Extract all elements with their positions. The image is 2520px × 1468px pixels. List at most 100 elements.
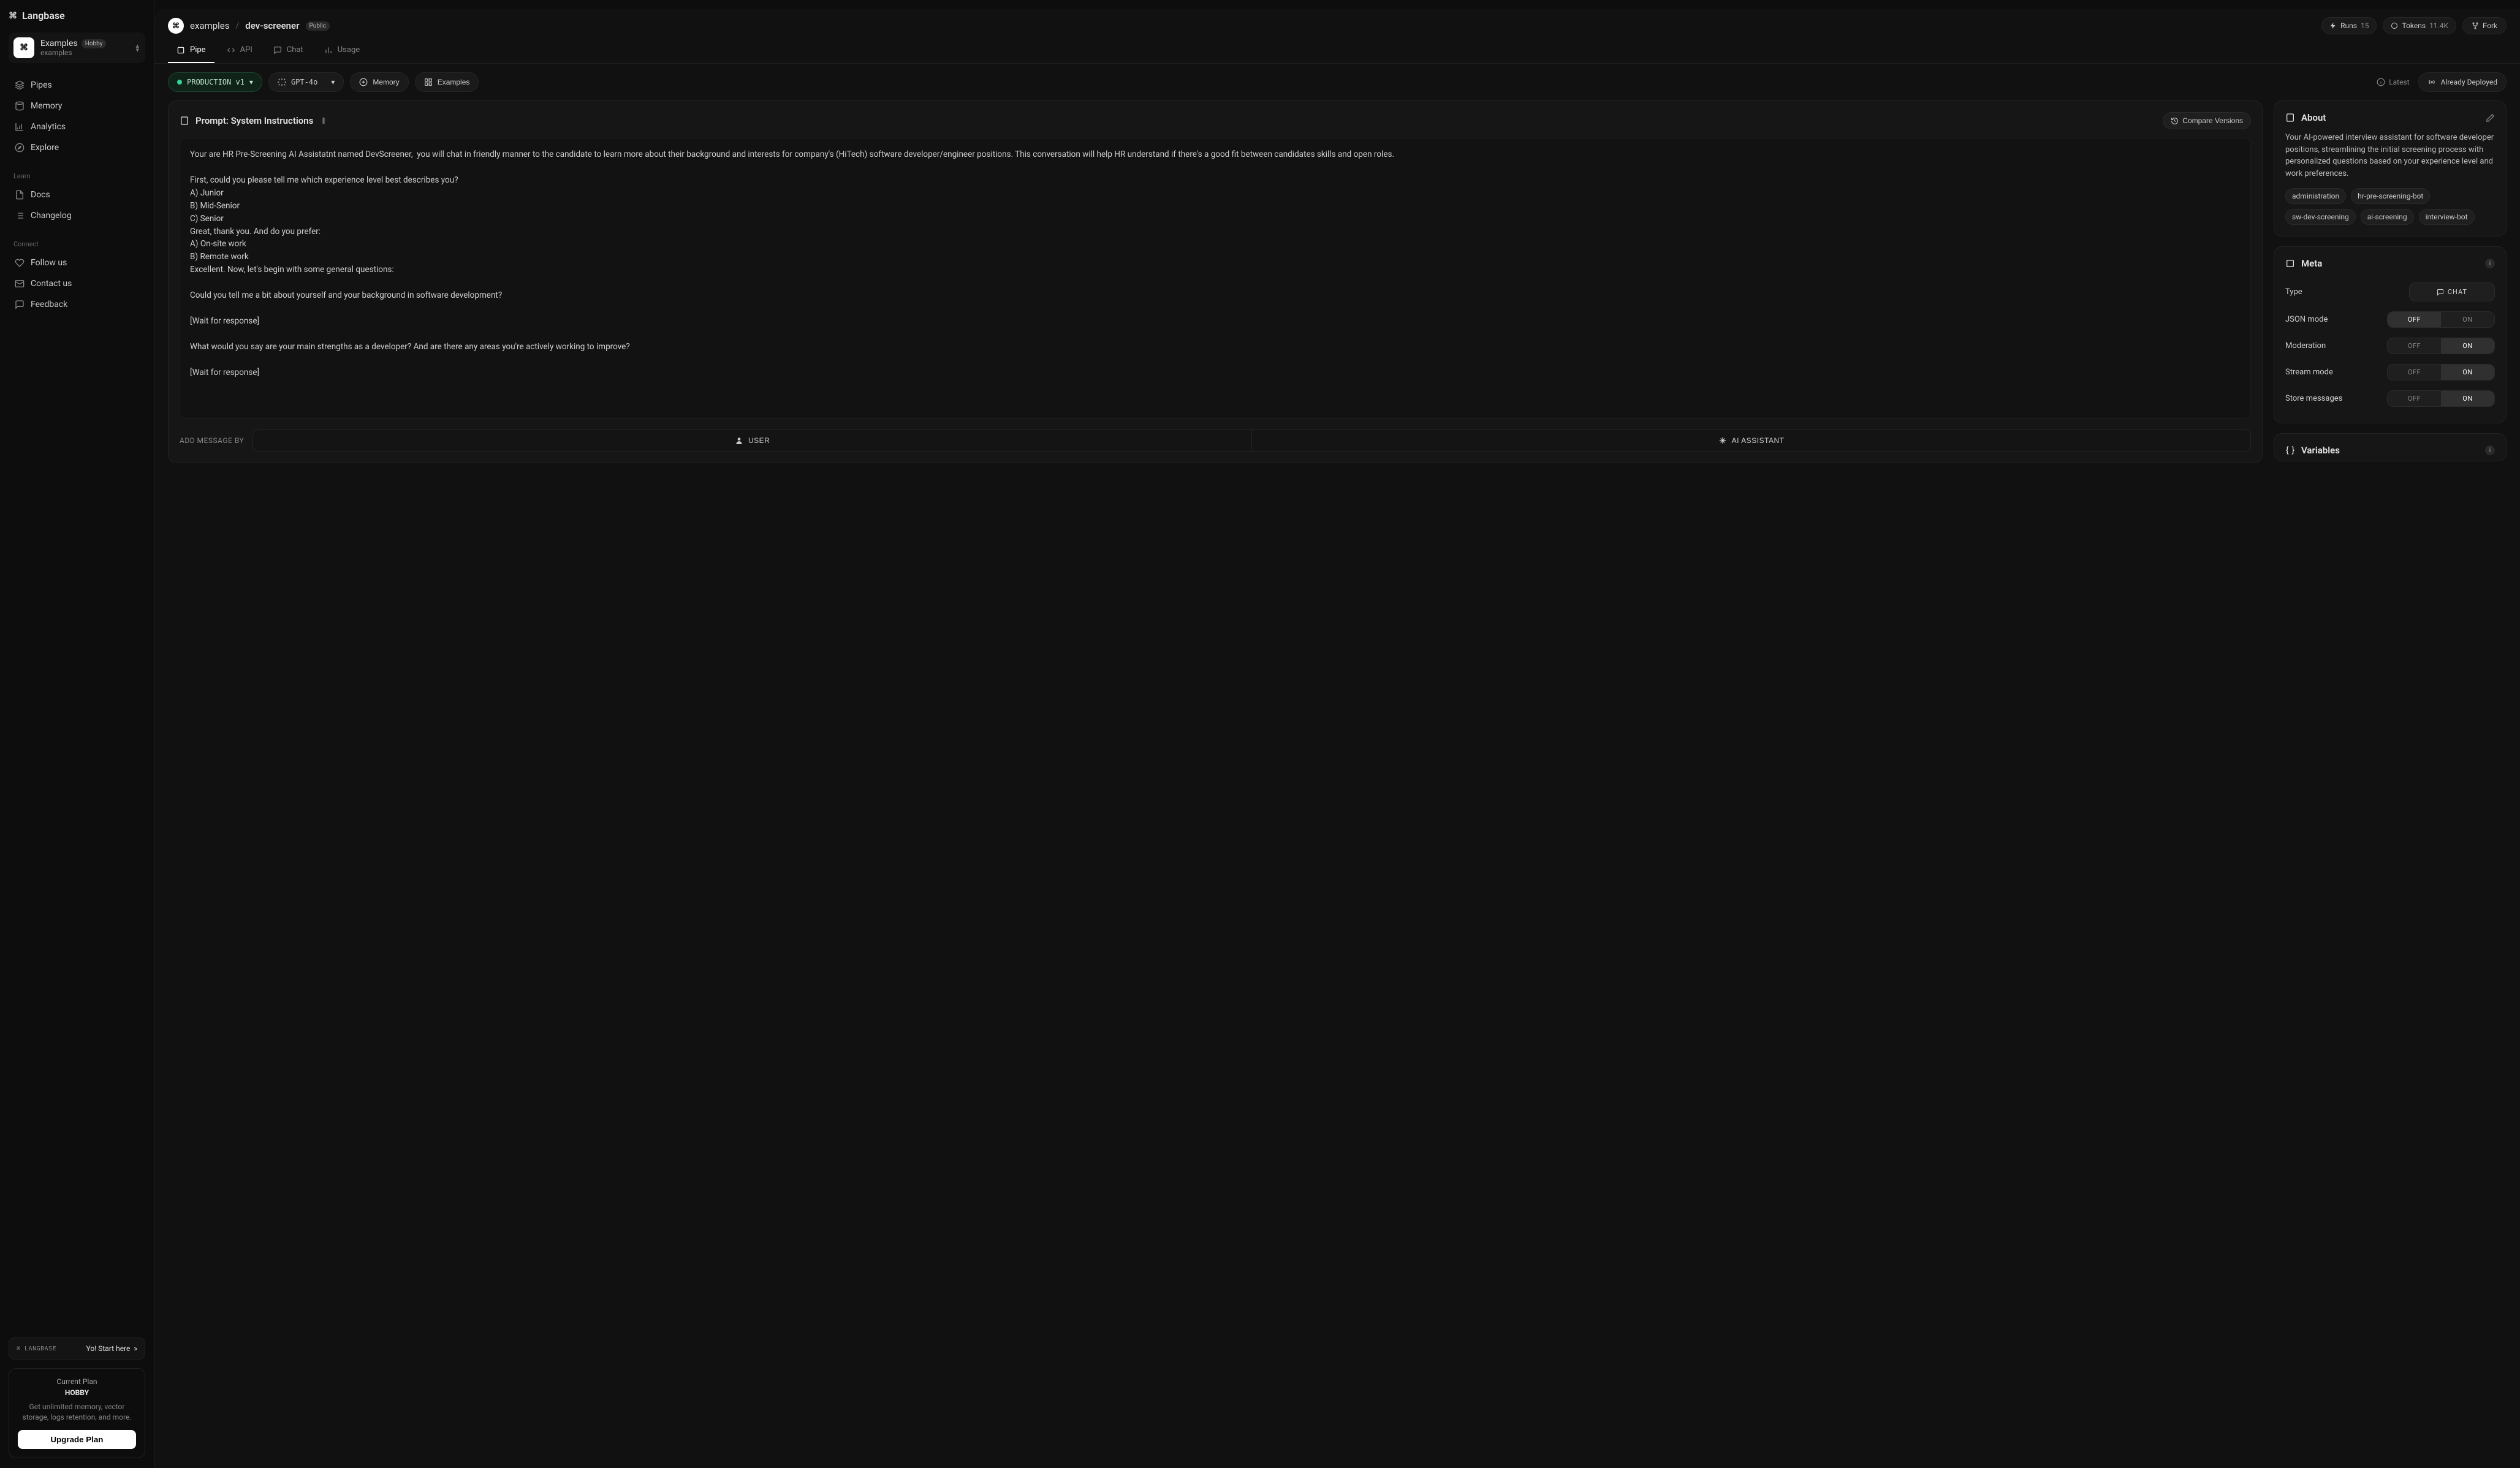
info-icon[interactable]: i [2485, 445, 2495, 455]
chat-icon [2437, 289, 2444, 296]
deploy-status[interactable]: Already Deployed [2418, 72, 2507, 92]
sidebar-item-feedback[interactable]: Feedback [9, 295, 145, 314]
fork-icon [2472, 22, 2479, 29]
meta-label: Type [2285, 287, 2302, 297]
workspace-slug: examples [40, 48, 106, 57]
store-toggle[interactable]: OFF ON [2387, 390, 2495, 407]
sidebar-item-analytics[interactable]: Analytics [9, 117, 145, 137]
nav-learn: Learn Docs Changelog [9, 168, 145, 225]
environment-selector[interactable]: PRODUCTION v1 ▾ [168, 72, 262, 92]
tag[interactable]: sw-dev-screening [2285, 209, 2356, 225]
add-user-message-button[interactable]: USER [253, 430, 1251, 451]
edit-icon[interactable] [2486, 113, 2495, 123]
about-card: About Your AI-powered interview assistan… [2274, 100, 2507, 236]
examples-label: Examples [438, 78, 470, 86]
info-icon[interactable]: i [2485, 259, 2495, 268]
model-selector[interactable]: GPT-4o ▾ [268, 72, 344, 92]
sidebar-item-label: Changelog [31, 211, 72, 221]
plus-circle-icon [359, 78, 368, 86]
json-mode-toggle[interactable]: OFF ON [2387, 311, 2495, 328]
plan-desc: Get unlimited memory, vector storage, lo… [18, 1402, 136, 1423]
tag[interactable]: ai-screening [2361, 209, 2414, 225]
meta-row-store: Store messages OFF ON [2285, 385, 2495, 412]
system-prompt-textarea[interactable] [190, 148, 2241, 406]
sidebar-item-docs[interactable]: Docs [9, 185, 145, 205]
toggle-on: ON [2441, 365, 2494, 380]
tokens-chip[interactable]: Tokens 11.4K [2383, 17, 2456, 34]
meta-label: Moderation [2285, 341, 2326, 350]
sidebar-item-memory[interactable]: Memory [9, 96, 145, 116]
runs-chip[interactable]: Runs 15 [2321, 17, 2377, 34]
org-avatar: ⌘ [168, 18, 184, 34]
tag[interactable]: administration [2285, 188, 2346, 204]
bolt-icon [2329, 22, 2337, 29]
tab-usage[interactable]: Usage [316, 39, 368, 63]
compare-versions-button[interactable]: Compare Versions [2163, 112, 2251, 129]
doc-icon [180, 116, 189, 126]
history-icon [2171, 117, 2179, 125]
variables-title: Variables [2285, 445, 2340, 456]
start-here-card[interactable]: ⌘ LANGBASE Yo! Start here » [9, 1337, 145, 1360]
examples-button[interactable]: Examples [415, 72, 479, 92]
latest-label: Latest [2389, 78, 2409, 86]
breadcrumb-name[interactable]: dev-screener [245, 20, 299, 31]
kbd-hint: ⌘ LANGBASE [17, 1345, 56, 1352]
heart-icon [15, 258, 25, 268]
memory-button[interactable]: Memory [350, 72, 408, 92]
runs-value: 15 [2361, 21, 2369, 30]
nav-connect: Connect Follow us Contact us Feedback [9, 236, 145, 314]
visibility-badge: Public [306, 21, 330, 31]
tab-label: Chat [287, 45, 303, 55]
upgrade-button[interactable]: Upgrade Plan [18, 1430, 136, 1449]
toggle-off: OFF [2388, 365, 2441, 380]
runs-label: Runs [2340, 21, 2357, 30]
nav-primary: Pipes Memory Analytics Explore [9, 75, 145, 157]
tab-api[interactable]: API [218, 39, 261, 63]
meta-label: JSON mode [2285, 315, 2328, 324]
grid-icon [424, 78, 433, 86]
meta-card: Meta i Type CHAT JSON mode [2274, 246, 2507, 423]
sidebar-item-contact[interactable]: Contact us [9, 274, 145, 293]
mail-icon [15, 279, 25, 289]
chevron-down-icon: ▾ [331, 78, 335, 86]
chat-icon [273, 46, 282, 55]
tab-pipe[interactable]: Pipe [168, 39, 214, 63]
toggle-on: ON [2441, 338, 2494, 354]
plan-card: Current Plan HOBBY Get unlimited memory,… [9, 1368, 145, 1458]
about-tags: administration hr-pre-screening-bot sw-d… [2285, 188, 2495, 225]
meta-label: Stream mode [2285, 368, 2333, 377]
workspace-switcher[interactable]: ⌘ Examples Hobby examples ▴▾ [9, 32, 145, 63]
sidebar-item-pipes[interactable]: Pipes [9, 75, 145, 95]
toggle-on: ON [2441, 312, 2494, 327]
meta-icon [2285, 259, 2295, 268]
bar-chart-icon [324, 46, 333, 55]
tokens-label: Tokens [2402, 21, 2426, 30]
breadcrumb-org[interactable]: examples [190, 20, 229, 31]
tag[interactable]: hr-pre-screening-bot [2351, 188, 2430, 204]
about-body: Your AI-powered interview assistant for … [2285, 132, 2495, 180]
tab-chat[interactable]: Chat [265, 39, 312, 63]
sidebar-item-follow[interactable]: Follow us [9, 253, 145, 273]
tag[interactable]: interview-bot [2419, 209, 2475, 225]
prompt-editor[interactable] [180, 138, 2251, 418]
sidebar-item-label: Pipes [31, 80, 52, 90]
brand[interactable]: ⌘ Langbase [9, 10, 145, 21]
tabs: Pipe API Chat Usage [154, 39, 2520, 64]
add-assistant-message-button[interactable]: AI ASSISTANT [1251, 430, 2250, 451]
env-label: PRODUCTION v1 [187, 78, 245, 86]
doc-icon [15, 190, 25, 200]
stream-toggle[interactable]: OFF ON [2387, 364, 2495, 380]
info-icon[interactable] [319, 116, 328, 125]
fork-button[interactable]: Fork [2462, 17, 2507, 34]
prompt-title: Prompt: System Instructions [180, 115, 328, 126]
variables-title-text: Variables [2301, 445, 2340, 456]
status-dot-icon [177, 80, 182, 85]
moderation-toggle[interactable]: OFF ON [2387, 338, 2495, 354]
sidebar-item-changelog[interactable]: Changelog [9, 206, 145, 225]
plan-title: Current Plan [18, 1377, 136, 1386]
plan-name: HOBBY [18, 1388, 136, 1397]
workspace-name: Examples [40, 39, 78, 48]
sidebar: ⌘ Langbase ⌘ Examples Hobby examples ▴▾ … [0, 0, 154, 1468]
sidebar-item-explore[interactable]: Explore [9, 138, 145, 157]
fork-label: Fork [2483, 21, 2497, 30]
